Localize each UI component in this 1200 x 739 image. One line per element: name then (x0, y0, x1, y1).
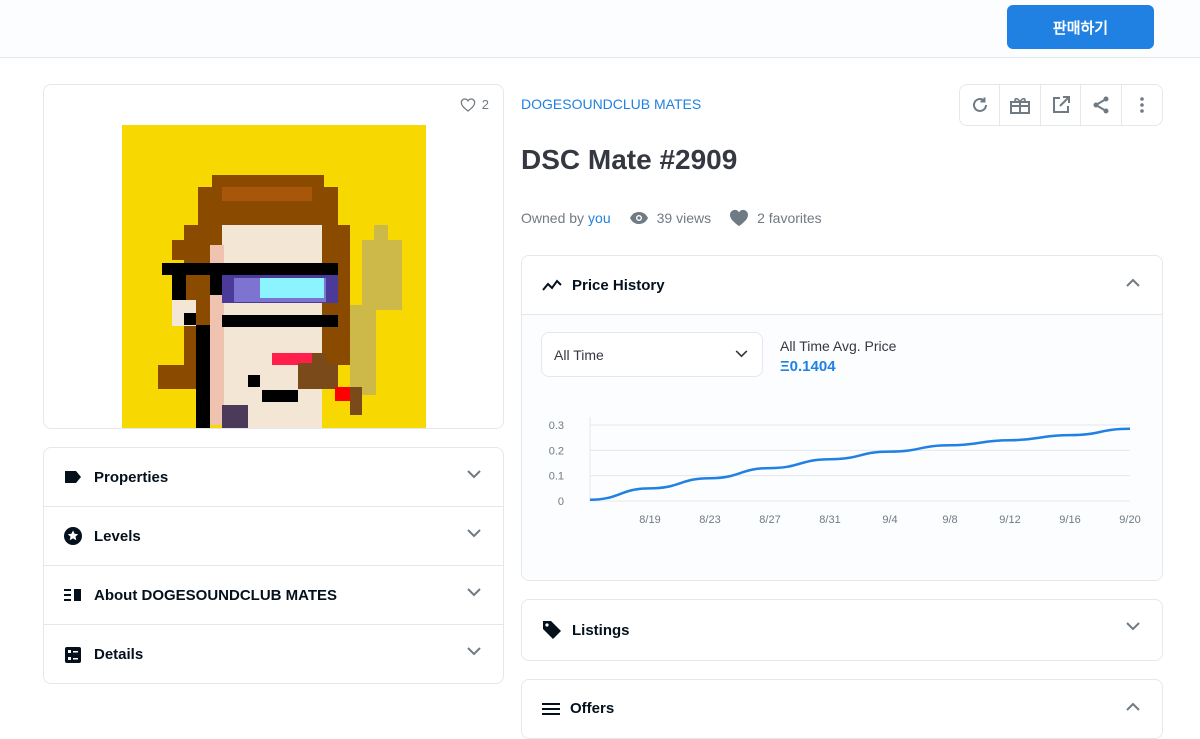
open-external-button[interactable] (1041, 85, 1082, 125)
favorites-count: 2 favorites (729, 209, 822, 227)
owned-by-label: Owned by (521, 210, 585, 226)
nft-image[interactable] (122, 125, 426, 429)
avg-price-label: All Time Avg. Price (780, 338, 897, 354)
favorite-count: 2 (481, 97, 489, 112)
star-icon (64, 527, 82, 545)
accordion-label: About DOGESOUNDCLUB MATES (94, 586, 338, 604)
x-tick-label: 9/20 (1119, 514, 1140, 526)
collection-link[interactable]: DOGESOUNDCLUB MATES (521, 96, 701, 112)
accordion-properties[interactable]: Properties (44, 448, 503, 507)
tag-icon (543, 621, 561, 639)
open-external-icon (1052, 96, 1070, 113)
price-history-panel: Price History All Time All Time Avg. Pri… (521, 255, 1163, 581)
share-icon (1093, 96, 1109, 114)
x-tick-label: 8/23 (699, 514, 720, 526)
x-tick-label: 9/4 (882, 514, 897, 526)
gift-icon (1010, 97, 1031, 114)
time-range-select[interactable]: All Time (541, 332, 763, 377)
chevron-up-icon (1126, 278, 1140, 287)
views-text: 39 views (656, 210, 712, 226)
x-tick-label: 9/16 (1059, 514, 1080, 526)
tag-icon (64, 468, 82, 486)
listings-panel: Listings (521, 599, 1163, 661)
list-icon (542, 702, 560, 715)
top-bar: 판매하기 (0, 0, 1200, 58)
offers-header[interactable]: Offers (522, 680, 1162, 737)
price-series-line (589, 427, 1131, 501)
listings-header[interactable]: Listings (522, 600, 1162, 660)
avg-price-value: Ξ0.1404 (780, 358, 836, 375)
offers-panel: Offers (521, 679, 1163, 739)
chevron-up-icon (1126, 702, 1140, 711)
vertical-split-icon (64, 586, 82, 604)
favorite-button[interactable]: 2 (460, 97, 489, 112)
x-tick-label: 9/8 (942, 514, 957, 526)
owner-link[interactable]: you (588, 210, 611, 226)
y-tick-label: 0.1 (549, 471, 564, 483)
eye-icon (629, 212, 648, 224)
accordion-levels[interactable]: Levels (44, 507, 503, 566)
y-tick-label: 0.2 (549, 445, 564, 457)
price-history-label: Price History (572, 276, 665, 294)
heart-icon (730, 209, 749, 227)
chevron-down-icon (467, 529, 481, 538)
heart-icon (460, 97, 476, 112)
chevron-down-icon (1126, 622, 1140, 631)
chevron-down-icon (735, 350, 748, 358)
item-title: DSC Mate #2909 (521, 144, 738, 175)
item-details-accordion: Properties Levels About DOGESOUNDCLUB MA… (43, 447, 504, 684)
refresh-icon (972, 97, 987, 112)
nft-image-card: 2 (43, 84, 504, 429)
x-tick-label: 8/27 (759, 514, 780, 526)
x-tick-label: 8/31 (819, 514, 840, 526)
y-tick-label: 0.3 (549, 420, 564, 432)
x-tick-label: 8/19 (639, 514, 660, 526)
refresh-button[interactable] (960, 85, 1001, 125)
chevron-down-icon (467, 647, 481, 656)
views-count: 39 views (629, 210, 711, 226)
more-icon (1140, 97, 1144, 113)
share-button[interactable] (1081, 85, 1122, 125)
listings-label: Listings (572, 621, 630, 639)
price-history-header[interactable]: Price History (522, 256, 1162, 315)
accordion-label: Levels (94, 527, 141, 545)
details-icon (64, 646, 82, 664)
price-history-body: All Time All Time Avg. Price Ξ0.1404 0 0.… (522, 315, 1162, 580)
item-meta: Owned by you 39 views 2 favorites (521, 208, 822, 228)
accordion-label: Properties (94, 468, 169, 486)
x-tick-label: 9/12 (999, 514, 1020, 526)
sell-button[interactable]: 판매하기 (1007, 5, 1154, 49)
y-tick-label: 0 (558, 496, 564, 508)
item-toolbar (959, 84, 1163, 126)
more-button[interactable] (1122, 85, 1162, 125)
offers-label: Offers (570, 700, 615, 717)
trend-line-icon (542, 279, 562, 291)
accordion-details[interactable]: Details (44, 625, 503, 683)
favorites-text: 2 favorites (757, 210, 822, 226)
accordion-about[interactable]: About DOGESOUNDCLUB MATES (44, 566, 503, 625)
chevron-down-icon (467, 588, 481, 597)
accordion-label: Details (94, 646, 144, 663)
price-history-chart[interactable]: 0 0.1 0.2 0.3 8/19 8/23 8/27 8/31 9/4 9/8 9/12 9/16… (522, 410, 1162, 530)
transfer-button[interactable] (1000, 85, 1041, 125)
chevron-down-icon (467, 470, 481, 479)
time-range-value: All Time (554, 346, 604, 363)
